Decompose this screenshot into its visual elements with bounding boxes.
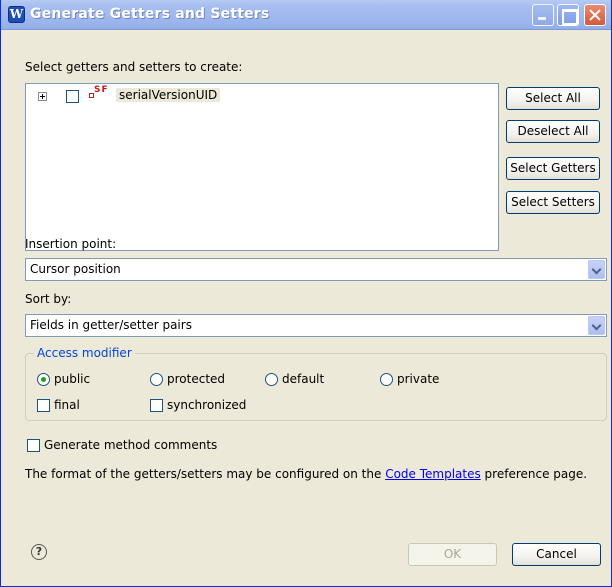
info-prefix: The format of the getters/setters may be… — [25, 467, 386, 481]
maximize-button[interactable] — [557, 4, 579, 26]
radio-protected[interactable] — [150, 373, 163, 386]
help-icon[interactable]: ? — [31, 544, 47, 560]
select-all-button[interactable]: Select All — [506, 87, 600, 110]
synchronized-label[interactable]: synchronized — [167, 398, 246, 412]
synchronized-checkbox[interactable] — [150, 399, 163, 412]
select-setters-button[interactable]: Select Setters — [506, 191, 600, 214]
expand-icon[interactable] — [38, 92, 47, 101]
fields-tree[interactable]: SF serialVersionUID — [25, 83, 499, 251]
access-modifier-legend: Access modifier — [34, 346, 135, 360]
title-bar[interactable]: W Generate Getters and Setters — [1, 0, 611, 30]
ok-button[interactable]: OK — [408, 543, 497, 566]
sort-by-value: Fields in getter/setter pairs — [30, 318, 192, 332]
generate-getters-setters-dialog: W Generate Getters and Setters Select ge… — [0, 0, 612, 587]
field-icon-modifiers: SF — [94, 85, 109, 95]
window-title: Generate Getters and Setters — [30, 6, 270, 22]
final-checkbox[interactable] — [37, 399, 50, 412]
access-modifier-group — [25, 353, 607, 421]
info-suffix: preference page. — [480, 467, 588, 481]
static-final-field-icon: SF — [89, 85, 111, 102]
sort-by-label: Sort by: — [25, 292, 72, 306]
insertion-point-combo[interactable]: Cursor position — [25, 258, 607, 281]
insertion-point-value: Cursor position — [30, 262, 121, 276]
app-icon: W — [8, 6, 25, 23]
code-templates-link[interactable]: Code Templates — [385, 467, 481, 481]
radio-protected-label[interactable]: protected — [167, 372, 225, 386]
insertion-point-label: Insertion point: — [25, 237, 117, 251]
final-label[interactable]: final — [54, 398, 80, 412]
tree-label: Select getters and setters to create: — [25, 60, 243, 74]
radio-private-label[interactable]: private — [397, 372, 439, 386]
chevron-down-icon[interactable] — [588, 316, 605, 335]
radio-default-label[interactable]: default — [282, 372, 324, 386]
radio-default[interactable] — [265, 373, 278, 386]
chevron-down-icon[interactable] — [588, 260, 605, 279]
generate-comments-label[interactable]: Generate method comments — [44, 438, 217, 452]
generate-comments-checkbox[interactable] — [27, 439, 40, 452]
cancel-button[interactable]: Cancel — [512, 543, 601, 566]
sort-by-combo[interactable]: Fields in getter/setter pairs — [25, 314, 607, 337]
radio-private[interactable] — [380, 373, 393, 386]
close-button[interactable] — [584, 4, 606, 26]
minimize-button[interactable] — [532, 4, 554, 26]
info-text: The format of the getters/setters may be… — [25, 467, 587, 481]
field-label[interactable]: serialVersionUID — [116, 88, 221, 102]
radio-public[interactable] — [37, 373, 50, 386]
field-checkbox[interactable] — [66, 90, 79, 103]
select-getters-button[interactable]: Select Getters — [506, 157, 600, 180]
radio-public-label[interactable]: public — [54, 372, 90, 386]
deselect-all-button[interactable]: Deselect All — [506, 120, 600, 143]
